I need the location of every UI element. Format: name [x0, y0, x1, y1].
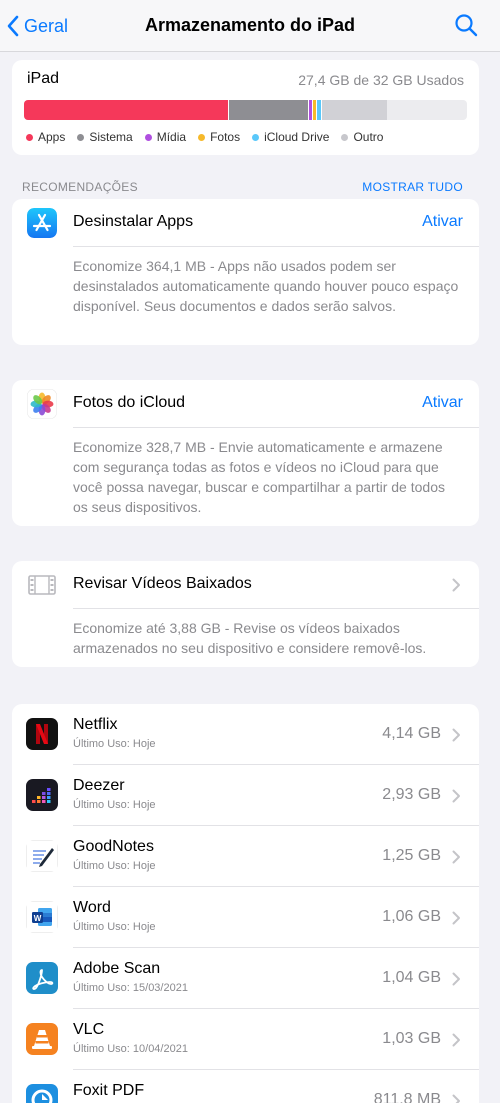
app-row-foxit-pdf[interactable]: Foxit PDF 811,8 MB: [12, 1070, 479, 1103]
legend-item: Sistema: [77, 130, 133, 144]
enable-button[interactable]: Ativar: [422, 394, 463, 412]
app-size: 1,03 GB: [382, 1030, 441, 1047]
chevron-right-icon: [452, 789, 460, 803]
adobe-scan-icon: [26, 962, 58, 994]
app-store-icon: [27, 208, 57, 238]
divider: [73, 427, 479, 428]
chevron-right-icon: [452, 728, 460, 742]
search-icon[interactable]: [454, 13, 478, 37]
chevron-right-icon: [452, 911, 460, 925]
app-size: 1,06 GB: [382, 908, 441, 925]
legend-item: Mídia: [144, 130, 187, 144]
legend-label: Mídia: [156, 130, 187, 144]
legend-label: Sistema: [89, 130, 133, 144]
legend-item: Apps: [26, 130, 65, 144]
legend-dot-icon: [77, 133, 85, 141]
divider: [73, 246, 479, 247]
app-size: 4,14 GB: [382, 725, 441, 742]
chevron-right-icon: [452, 1033, 460, 1047]
recommendation-title: Fotos do iCloud: [73, 394, 186, 411]
page-title: Armazenamento do iPad: [144, 15, 356, 35]
app-size: 1,25 GB: [382, 847, 441, 864]
photos-icon: [27, 389, 57, 419]
recommendation-description: Economize 328,7 MB - Envie automaticamen…: [73, 439, 445, 515]
storage-summary-card: iPad 27,4 GB de 32 GB Usados Apps Sistema…: [12, 60, 479, 155]
recommendation-title: Desinstalar Apps: [73, 213, 194, 230]
app-size: 1,04 GB: [382, 969, 441, 986]
chevron-right-icon: [452, 578, 460, 592]
legend-label: Apps: [38, 130, 66, 144]
app-size: 2,93 GB: [382, 786, 441, 803]
app-name: GoodNotes: [73, 838, 154, 855]
app-name: Foxit PDF: [73, 1082, 145, 1099]
foxit-pdf-icon: [26, 1084, 58, 1103]
legend-item: iCloud Drive: [252, 130, 329, 144]
legend-dot-icon: [144, 133, 152, 141]
recommendation-header[interactable]: Revisar Vídeos Baixados: [12, 561, 479, 609]
app-last-used: Último Uso: 15/03/2021: [73, 982, 188, 994]
app-row-netflix[interactable]: Netflix Último Uso: Hoje 4,14 GB: [12, 704, 479, 765]
navigation-bar: Geral Armazenamento do iPad: [0, 0, 500, 52]
storage-segment-sistema: [227, 100, 308, 120]
legend-dot-icon: [198, 133, 206, 141]
recommendation-description: Economize até 3,88 GB - Revise os vídeos…: [73, 620, 427, 656]
enable-button[interactable]: Ativar: [422, 213, 463, 231]
recommendation-header: Fotos do iCloud Ativar: [12, 380, 479, 428]
legend-dot-icon: [252, 133, 260, 141]
recommendation-description: Economize 364,1 MB - Apps não usados pod…: [73, 258, 459, 314]
legend-label: Fotos: [210, 130, 241, 144]
deezer-icon: [26, 779, 58, 811]
show-all-link[interactable]: MOSTRAR TUDO: [362, 180, 463, 194]
app-row-adobe-scan[interactable]: Adobe Scan Último Uso: 15/03/2021 1,04 G…: [12, 948, 479, 1009]
legend-item: Fotos: [198, 130, 240, 144]
storage-legend: Apps Sistema Mídia Fotos iCloud Drive Outro: [26, 130, 395, 144]
word-icon: W: [26, 901, 58, 933]
storage-segment-outro: [320, 100, 388, 120]
svg-text:W: W: [34, 914, 42, 923]
app-size: 811,8 MB: [373, 1091, 441, 1103]
device-name: iPad: [27, 70, 60, 87]
chevron-right-icon: [452, 972, 460, 986]
netflix-icon: [26, 718, 58, 750]
app-last-used: Último Uso: Hoje: [73, 799, 156, 811]
app-name: Netflix: [73, 716, 118, 733]
goodnotes-icon: [26, 840, 58, 872]
legend-dot-icon: [341, 133, 349, 141]
recommendation-header: Desinstalar Apps Ativar: [12, 199, 479, 247]
storage-used-text: 27,4 GB de 32 GB Usados: [298, 72, 464, 88]
recommendation-review-videos[interactable]: Revisar Vídeos Baixados Economize até 3,…: [12, 561, 479, 667]
recommendation-title: Revisar Vídeos Baixados: [73, 575, 252, 592]
app-row-goodnotes[interactable]: GoodNotes Último Uso: Hoje 1,25 GB: [12, 826, 479, 887]
divider: [73, 608, 479, 609]
legend-label: Outro: [353, 130, 384, 144]
recommendation-offload-apps: Desinstalar Apps Ativar Economize 364,1 …: [12, 199, 479, 345]
app-row-deezer[interactable]: Deezer Último Uso: Hoje 2,93 GB: [12, 765, 479, 826]
app-name: Word: [73, 899, 111, 916]
apps-list: Netflix Último Uso: Hoje 4,14 GB Deezer …: [12, 704, 479, 1103]
app-name: VLC: [73, 1021, 105, 1038]
chevron-right-icon: [452, 850, 460, 864]
app-name: Adobe Scan: [73, 960, 161, 977]
legend-item: Outro: [341, 130, 383, 144]
legend-label: iCloud Drive: [264, 130, 330, 144]
app-row-word[interactable]: W Word Último Uso: Hoje 1,06 GB: [12, 887, 479, 948]
film-icon: [28, 575, 56, 595]
vlc-icon: [26, 1023, 58, 1055]
legend-dot-icon: [26, 133, 33, 141]
storage-segment-apps: [24, 100, 228, 120]
app-name: Deezer: [73, 777, 125, 794]
app-last-used: Último Uso: Hoje: [73, 738, 156, 750]
recommendations-header: RECOMENDAÇÕES: [22, 180, 138, 194]
recommendation-icloud-photos: Fotos do iCloud Ativar Economize 328,7 M…: [12, 380, 479, 526]
app-row-vlc[interactable]: VLC Último Uso: 10/04/2021 1,03 GB: [12, 1009, 479, 1070]
storage-usage-bar: [24, 100, 467, 120]
app-last-used: Último Uso: 10/04/2021: [73, 1043, 188, 1055]
app-last-used: Último Uso: Hoje: [73, 860, 156, 872]
chevron-right-icon: [452, 1094, 460, 1103]
app-last-used: Último Uso: Hoje: [73, 921, 156, 933]
